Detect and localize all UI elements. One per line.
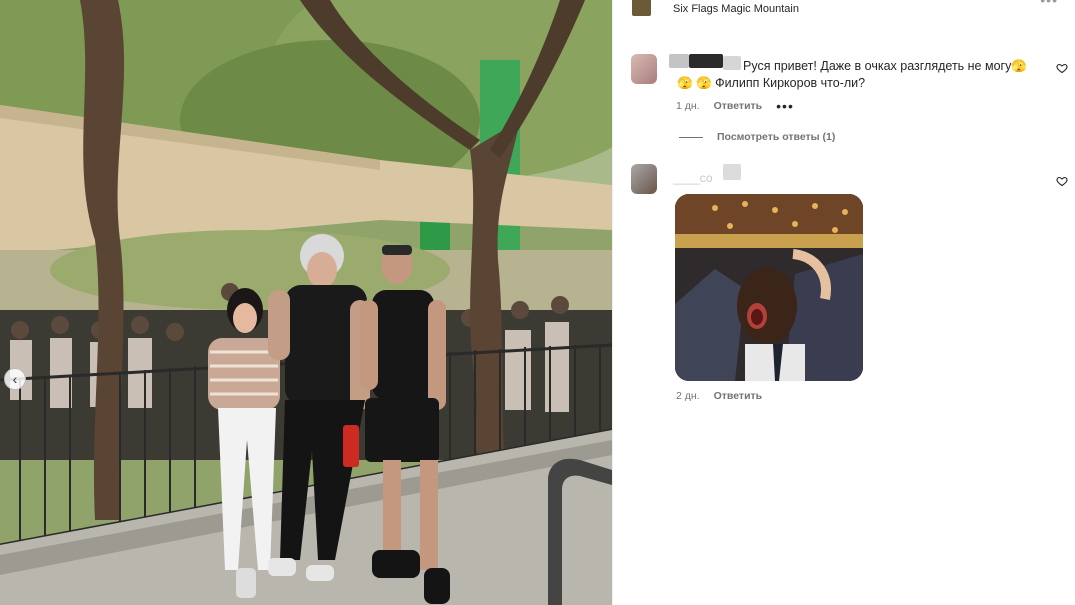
- view-replies-label: Посмотреть ответы (1): [717, 131, 836, 143]
- comment-meta: 2 дн. Ответить: [676, 390, 762, 402]
- photo-illustration: [0, 0, 612, 605]
- post-header: Six Flags Magic Mountain •••: [613, 0, 1075, 20]
- post-location[interactable]: Six Flags Magic Mountain: [673, 3, 799, 15]
- username-redacted: [689, 54, 723, 68]
- comment-time: 2 дн.: [676, 390, 700, 402]
- username-redacted: [723, 56, 741, 70]
- reply-button[interactable]: Ответить: [714, 390, 763, 402]
- username-redacted: [669, 54, 689, 68]
- comment-text: Руся привет! Даже в очках разглядеть не …: [743, 59, 1027, 73]
- username-redacted: [723, 164, 741, 180]
- comment-gif[interactable]: [675, 194, 863, 381]
- comment-text-continued: 🫣 🫣 Филипп Киркоров что-ли?: [677, 76, 866, 90]
- replies-divider-line: [679, 136, 703, 138]
- commenter-avatar[interactable]: [631, 54, 657, 84]
- gif-illustration: [675, 194, 863, 381]
- commenter-avatar[interactable]: [631, 164, 657, 194]
- more-options-icon[interactable]: •••: [1040, 0, 1058, 8]
- like-heart-icon[interactable]: [1056, 62, 1068, 74]
- author-avatar[interactable]: [632, 0, 651, 16]
- comment-meta: 1 дн. Ответить •••: [676, 98, 794, 114]
- username-faded: ____со: [673, 171, 713, 185]
- comment-time: 1 дн.: [676, 100, 700, 112]
- view-replies-button[interactable]: Посмотреть ответы (1): [679, 131, 835, 143]
- chevron-left-icon: ‹: [12, 371, 18, 387]
- post-photo[interactable]: ‹: [0, 0, 612, 605]
- reply-button[interactable]: Ответить: [714, 100, 763, 112]
- comments-panel: Six Flags Magic Mountain ••• Руся привет…: [612, 0, 1075, 605]
- comment-more-icon[interactable]: •••: [776, 98, 794, 114]
- like-heart-icon[interactable]: [1056, 175, 1068, 187]
- carousel-prev-button[interactable]: ‹: [4, 368, 26, 390]
